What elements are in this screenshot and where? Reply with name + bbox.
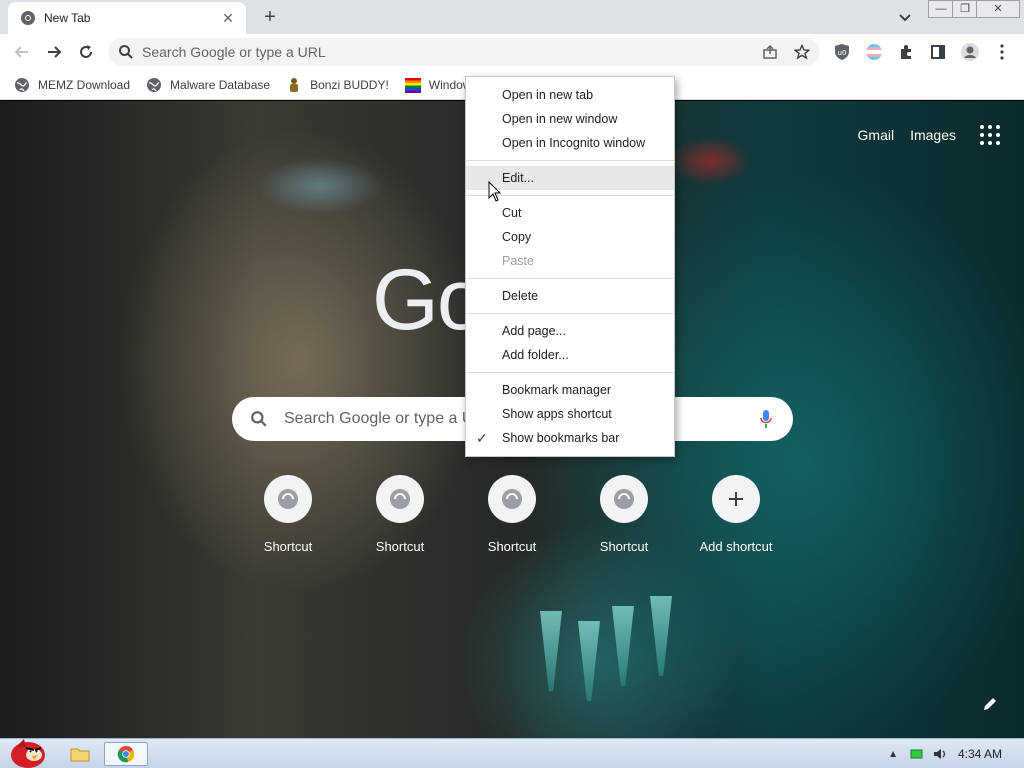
trans-flag-extension-icon[interactable] <box>864 42 884 62</box>
menu-item-open-incognito[interactable]: Open in Incognito window <box>466 131 674 155</box>
arrow-left-icon <box>14 46 28 58</box>
shortcut-label: Shortcut <box>263 539 313 554</box>
add-shortcut-tile[interactable]: Add shortcut <box>680 475 792 554</box>
taskbar: ▲ 4:34 AM <box>0 738 1024 768</box>
wallpaper-detail <box>578 621 600 701</box>
checkmark-icon: ✓ <box>476 430 488 446</box>
bookmark-label: MEMZ Download <box>38 77 131 92</box>
shortcut-tile[interactable]: Shortcut <box>456 475 568 554</box>
shortcut-tile[interactable]: Shortcut <box>568 475 680 554</box>
menu-item-open-new-tab[interactable]: Open in new tab <box>466 83 674 107</box>
battery-icon[interactable] <box>910 748 924 760</box>
globe-icon <box>147 77 162 92</box>
menu-item-bookmark-manager[interactable]: Bookmark manager <box>466 378 674 402</box>
tab-new-tab[interactable]: New Tab ✕ <box>8 2 246 34</box>
close-window-button[interactable]: ✕ <box>976 0 1020 18</box>
shortcut-label: Add shortcut <box>699 539 773 554</box>
menu-item-cut[interactable]: Cut <box>466 201 674 225</box>
globe-icon <box>15 77 29 92</box>
microphone-icon[interactable] <box>759 409 773 429</box>
bonzi-icon <box>290 77 299 92</box>
new-tab-button[interactable]: + <box>258 6 282 30</box>
share-icon[interactable] <box>762 44 778 60</box>
menu-item-open-new-window[interactable]: Open in new window <box>466 107 674 131</box>
chrome-icon <box>117 746 135 763</box>
bookmark-label: Bonzi BUDDY! <box>310 77 389 92</box>
reload-button[interactable] <box>74 40 98 64</box>
shortcut-label: Shortcut <box>599 539 649 554</box>
puzzle-icon[interactable] <box>896 42 916 62</box>
shortcut-label: Shortcut <box>487 539 537 554</box>
bookmark-context-menu: Open in new tab Open in new window Open … <box>465 76 675 457</box>
bookmark-memz-download[interactable]: MEMZ Download <box>14 77 130 93</box>
shortcut-tile[interactable]: Shortcut <box>232 475 344 554</box>
search-icon <box>119 45 133 59</box>
ublock-icon[interactable]: u0 <box>832 42 852 62</box>
wallpaper-detail <box>540 611 562 691</box>
restore-button[interactable]: ❐ <box>952 0 978 18</box>
top-links: Gmail Images <box>842 125 1000 145</box>
kebab-menu-icon[interactable] <box>992 42 1012 62</box>
shortcut-icon <box>376 475 424 523</box>
tab-title: New Tab <box>44 11 91 25</box>
menu-item-add-page[interactable]: Add page... <box>466 319 674 343</box>
star-icon[interactable] <box>794 44 810 60</box>
folder-icon <box>70 748 90 762</box>
chevron-down-icon[interactable] <box>896 8 914 26</box>
menu-separator <box>466 278 674 279</box>
taskbar-explorer[interactable] <box>58 742 102 766</box>
shortcut-tile[interactable]: Shortcut <box>344 475 456 554</box>
wallpaper-detail <box>612 606 634 686</box>
menu-separator <box>466 372 674 373</box>
menu-item-delete[interactable]: Delete <box>466 284 674 308</box>
toolbar: u0 <box>0 34 1024 70</box>
shortcut-icon <box>488 475 536 523</box>
shortcut-icon <box>264 475 312 523</box>
forward-button[interactable] <box>42 40 66 64</box>
speaker-icon[interactable] <box>932 747 948 761</box>
omnibox[interactable] <box>108 38 820 66</box>
side-panel-icon[interactable] <box>928 42 948 62</box>
menu-item-show-bookmarks-bar[interactable]: ✓ Show bookmarks bar <box>466 426 674 450</box>
images-link[interactable]: Images <box>910 127 956 143</box>
menu-item-copy[interactable]: Copy <box>466 225 674 249</box>
menu-separator <box>466 313 674 314</box>
taskbar-clock[interactable]: 4:34 AM <box>958 747 1002 761</box>
menu-item-show-apps-shortcut[interactable]: Show apps shortcut <box>466 402 674 426</box>
shortcut-label: Shortcut <box>375 539 425 554</box>
reload-icon <box>80 45 92 58</box>
mouse-cursor-icon <box>488 181 502 202</box>
wallpaper-detail <box>650 596 672 676</box>
bookmark-label: Malware Database <box>170 77 271 92</box>
taskbar-chrome[interactable] <box>104 742 148 766</box>
arrow-right-icon <box>48 46 62 58</box>
bookmark-malware-database[interactable]: Malware Database <box>146 77 270 93</box>
menu-item-label: Show bookmarks bar <box>502 431 620 445</box>
menu-item-add-folder[interactable]: Add folder... <box>466 343 674 367</box>
omnibox-input[interactable] <box>142 44 722 60</box>
bookmark-bonzi-buddy[interactable]: Bonzi BUDDY! <box>286 77 389 93</box>
tab-strip: New Tab ✕ + — ❐ ✕ <box>0 0 1024 34</box>
customize-pencil-icon[interactable] <box>976 690 1004 718</box>
chrome-icon <box>21 11 35 25</box>
windows-flag-icon <box>404 77 421 93</box>
plus-icon <box>712 475 760 523</box>
close-tab-icon[interactable]: ✕ <box>220 10 236 26</box>
menu-separator <box>466 160 674 161</box>
bookmark-window[interactable]: Window <box>404 77 471 93</box>
svg-text:u0: u0 <box>838 49 847 57</box>
menu-item-paste[interactable]: Paste <box>466 249 674 273</box>
minimize-button[interactable]: — <box>928 0 954 18</box>
gmail-link[interactable]: Gmail <box>858 127 895 143</box>
profile-avatar[interactable] <box>960 42 980 62</box>
shortcut-icon <box>600 475 648 523</box>
search-icon <box>251 411 267 427</box>
back-button[interactable] <box>10 40 34 64</box>
apps-grid-icon[interactable] <box>980 125 1000 145</box>
system-tray: ▲ 4:34 AM <box>888 739 1024 768</box>
start-button[interactable] <box>4 733 50 768</box>
show-hidden-icons-icon[interactable]: ▲ <box>888 749 898 760</box>
